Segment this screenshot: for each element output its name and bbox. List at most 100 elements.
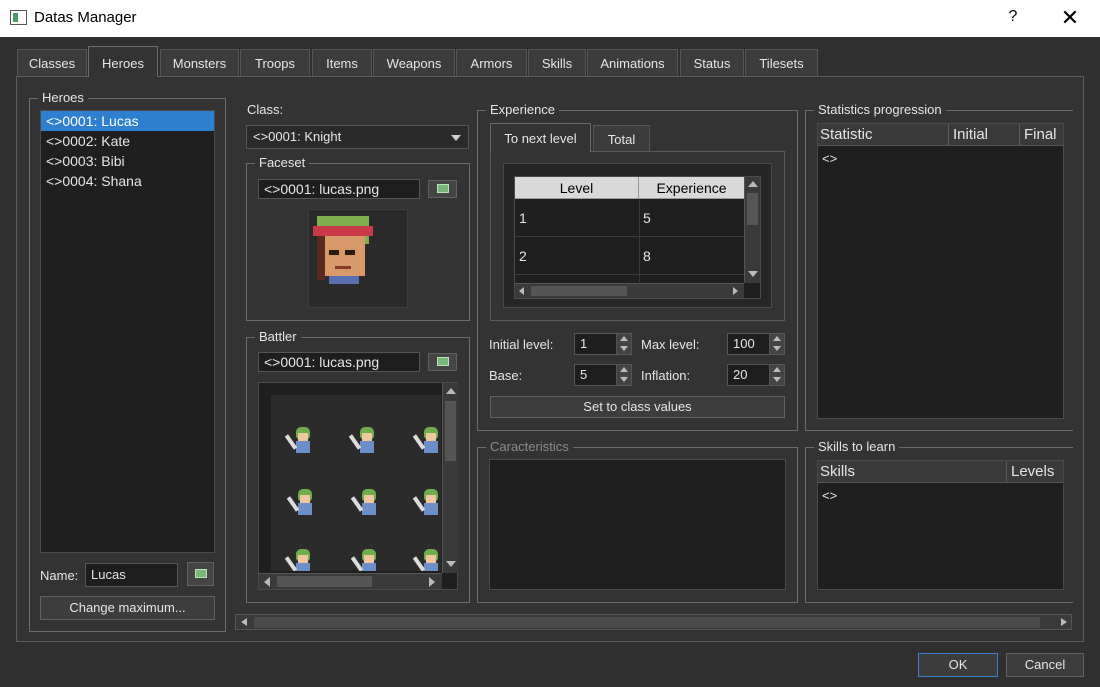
scroll-right-icon[interactable] — [733, 287, 738, 295]
battler-sprite — [350, 487, 383, 519]
ok-button[interactable]: OK — [918, 653, 998, 677]
col-experience[interactable]: Experience — [639, 177, 744, 199]
column-divider — [639, 200, 640, 282]
inflation-spinbox[interactable]: 20 — [727, 364, 785, 386]
scroll-left-icon[interactable] — [241, 618, 247, 626]
hero-face-image — [313, 216, 373, 284]
col-level[interactable]: Level — [515, 177, 639, 199]
tab-monsters[interactable]: Monsters — [160, 49, 239, 76]
initial-level-value: 1 — [580, 336, 588, 351]
spin-down-icon[interactable] — [616, 344, 631, 354]
scroll-left-icon[interactable] — [264, 577, 270, 587]
content-hscrollbar[interactable] — [235, 614, 1072, 630]
tab-total[interactable]: Total — [593, 125, 650, 152]
tab-items[interactable]: Items — [312, 49, 372, 76]
initial-level-label: Initial level: — [489, 337, 554, 352]
battler-group-title: Battler — [255, 329, 301, 344]
scroll-right-icon[interactable] — [429, 577, 435, 587]
col-levels[interactable]: Levels — [1007, 461, 1063, 483]
help-button[interactable]: ? — [1003, 8, 1023, 28]
tab-classes[interactable]: Classes — [17, 49, 87, 76]
base-spinbox[interactable]: 5 — [574, 364, 632, 386]
spin-down-icon[interactable] — [769, 375, 784, 385]
list-item[interactable]: <>0002: Kate — [41, 131, 214, 151]
statistics-table[interactable]: Statistic Initial Final <> — [817, 123, 1064, 419]
scroll-up-icon[interactable] — [748, 181, 758, 187]
faceset-file-field[interactable]: <>0001: lucas.png — [258, 179, 420, 199]
chevron-down-icon — [451, 135, 461, 141]
battler-sprite — [348, 425, 381, 457]
tab-skills[interactable]: Skills — [528, 49, 586, 76]
experience-table[interactable]: Level Experience 1 5 2 8 — [514, 176, 761, 299]
scroll-left-icon[interactable] — [519, 287, 524, 295]
spin-down-icon[interactable] — [616, 375, 631, 385]
experience-vscrollbar[interactable] — [744, 177, 760, 283]
tab-heroes[interactable]: Heroes — [88, 46, 158, 77]
max-level-spinbox[interactable]: 100 — [727, 333, 785, 355]
skills-table[interactable]: Skills Levels <> — [817, 460, 1064, 590]
scroll-down-icon[interactable] — [748, 271, 758, 277]
spin-up-icon[interactable] — [769, 334, 784, 344]
tab-tilesets[interactable]: Tilesets — [745, 49, 818, 76]
inflation-value: 20 — [733, 367, 748, 382]
col-final[interactable]: Final — [1020, 124, 1063, 146]
col-skills[interactable]: Skills — [818, 461, 1007, 483]
faceset-choose-button[interactable] — [428, 180, 457, 198]
tab-troops[interactable]: Troops — [240, 49, 310, 76]
tab-to-next-level[interactable]: To next level — [490, 123, 591, 152]
col-initial[interactable]: Initial — [949, 124, 1020, 146]
app-icon — [10, 10, 27, 25]
battler-sprite — [286, 487, 319, 519]
name-translate-button[interactable] — [187, 562, 214, 586]
experience-hscrollbar[interactable] — [515, 283, 744, 298]
cell-exp: 8 — [643, 248, 651, 264]
caracteristics-list[interactable] — [489, 459, 786, 590]
scroll-thumb[interactable] — [277, 576, 372, 587]
heroes-list[interactable]: <>0001: Lucas <>0002: Kate <>0003: Bibi … — [40, 110, 215, 553]
spin-up-icon[interactable] — [769, 365, 784, 375]
set-class-values-button[interactable]: Set to class values — [490, 396, 785, 418]
table-row[interactable]: 1 5 — [515, 200, 744, 237]
change-maximum-button[interactable]: Change maximum... — [40, 596, 215, 620]
name-input[interactable]: Lucas — [85, 563, 178, 587]
battler-sprite — [284, 425, 317, 457]
class-combo[interactable]: <>0001: Knight — [246, 125, 469, 149]
battler-vscrollbar[interactable] — [442, 383, 458, 573]
initial-level-spinbox[interactable]: 1 — [574, 333, 632, 355]
battler-choose-button[interactable] — [428, 353, 457, 371]
tab-armors[interactable]: Armors — [456, 49, 527, 76]
experience-group-title: Experience — [486, 102, 560, 117]
flag-icon — [194, 569, 207, 578]
spin-down-icon[interactable] — [769, 344, 784, 354]
tab-weapons[interactable]: Weapons — [373, 49, 455, 76]
scroll-up-icon[interactable] — [446, 388, 456, 394]
list-item[interactable]: <>0004: Shana — [41, 171, 214, 191]
max-level-value: 100 — [733, 336, 755, 351]
scroll-thumb[interactable] — [531, 286, 627, 296]
tab-status[interactable]: Status — [680, 49, 744, 76]
tab-animations[interactable]: Animations — [587, 49, 678, 76]
battler-file-field[interactable]: <>0001: lucas.png — [258, 352, 420, 372]
scroll-right-icon[interactable] — [1061, 618, 1067, 626]
scroll-thumb[interactable] — [254, 617, 1040, 628]
spin-up-icon[interactable] — [616, 365, 631, 375]
experience-table-header: Level Experience — [515, 177, 744, 199]
cancel-button[interactable]: Cancel — [1006, 653, 1084, 677]
heroes-group-title: Heroes — [38, 90, 88, 105]
scroll-down-icon[interactable] — [446, 561, 456, 567]
skills-group-title: Skills to learn — [814, 439, 900, 454]
list-item[interactable]: <>0003: Bibi — [41, 151, 214, 171]
table-row[interactable]: <> — [822, 488, 837, 503]
col-statistic[interactable]: Statistic — [818, 124, 949, 146]
table-row[interactable]: 2 8 — [515, 238, 744, 275]
title-bar: Datas Manager ? ✕ — [0, 0, 1100, 37]
spin-up-icon[interactable] — [616, 334, 631, 344]
table-row[interactable]: <> — [822, 151, 837, 166]
battler-hscrollbar[interactable] — [259, 573, 442, 589]
scroll-thumb[interactable] — [445, 401, 456, 461]
close-button[interactable]: ✕ — [1057, 5, 1083, 31]
window-title: Datas Manager — [34, 9, 137, 26]
image-icon — [436, 357, 449, 366]
list-item[interactable]: <>0001: Lucas — [41, 111, 214, 131]
scroll-thumb[interactable] — [747, 193, 758, 225]
